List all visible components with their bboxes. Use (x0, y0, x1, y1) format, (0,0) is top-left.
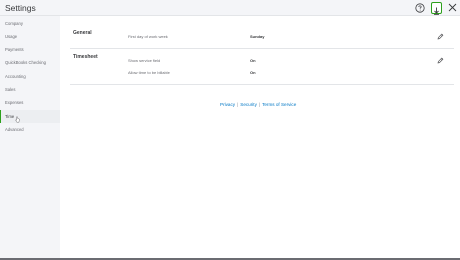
settings-sidebar: Company Usage Payments QuickBooks Checki… (0, 16, 60, 258)
active-section-icon[interactable] (431, 2, 442, 15)
field-label-allow-billable: Allow time to be billable (128, 70, 170, 75)
privacy-link[interactable]: Privacy (220, 102, 235, 107)
sidebar-item-label: QuickBooks Checking (5, 60, 46, 65)
sidebar-item-payments[interactable]: Payments (0, 43, 60, 56)
mouse-pointer-icon (15, 116, 20, 123)
field-label-first-day: First day of work week (128, 34, 168, 39)
link-separator: | (237, 102, 239, 107)
footer-links: Privacy | Security | Terms of Service (220, 102, 296, 107)
link-separator: | (258, 102, 261, 107)
edit-pencil-icon[interactable] (437, 57, 444, 64)
download-arrow-icon (434, 7, 439, 15)
settings-window: Settings Company Usage Payments QuickBoo… (0, 0, 460, 260)
sidebar-item-label: Sales (5, 87, 16, 92)
field-value-first-day: Sunday (250, 34, 265, 39)
sidebar-item-company[interactable]: Company (0, 17, 60, 30)
section-title-general: General (73, 30, 92, 36)
sidebar-item-label: Usage (5, 34, 18, 39)
page-title: Settings (5, 3, 36, 13)
sidebar-item-sales[interactable]: Sales (0, 83, 60, 96)
edit-pencil-icon[interactable] (437, 33, 444, 40)
terms-of-service-link[interactable]: Terms of Service (262, 102, 296, 107)
close-icon[interactable] (448, 3, 457, 12)
sidebar-item-label: Accounting (5, 74, 26, 79)
sidebar-item-label: Payments (5, 47, 24, 52)
field-value-allow-billable: On (250, 70, 256, 75)
section-divider (70, 48, 454, 49)
field-value-show-service: On (250, 58, 256, 63)
sidebar-item-time[interactable]: Time (0, 110, 60, 123)
sidebar-item-label: Advanced (5, 127, 24, 132)
sidebar-item-expenses[interactable]: Expenses (0, 96, 60, 109)
sidebar-item-label: Time (5, 114, 15, 119)
security-link[interactable]: Security (240, 102, 257, 107)
help-icon[interactable] (415, 3, 425, 13)
sidebar-item-label: Expenses (5, 100, 24, 105)
section-divider (70, 84, 454, 85)
sidebar-item-usage[interactable]: Usage (0, 30, 60, 43)
sidebar-item-advanced[interactable]: Advanced (0, 123, 60, 136)
section-title-timesheet: Timesheet (73, 54, 98, 60)
settings-header: Settings (0, 0, 460, 16)
sidebar-item-quickbooks-checking[interactable]: QuickBooks Checking (0, 56, 60, 69)
field-label-show-service: Show service field (128, 58, 161, 63)
settings-content: General First day of work week Sunday Ti… (60, 16, 460, 258)
sidebar-item-accounting[interactable]: Accounting (0, 70, 60, 83)
sidebar-item-label: Company (5, 21, 23, 26)
